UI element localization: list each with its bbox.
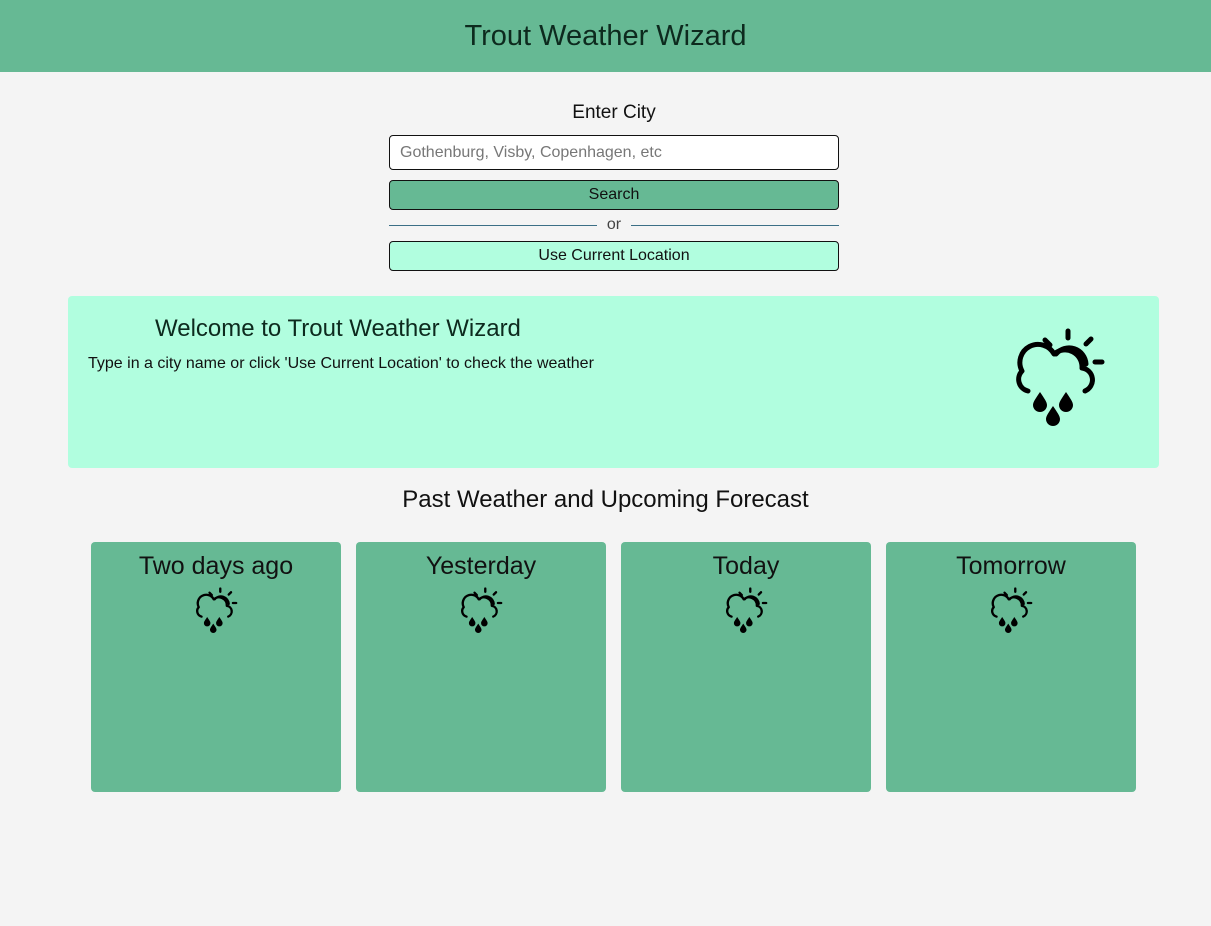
use-current-location-button[interactable]: Use Current Location [389,241,839,271]
divider-line-right [631,224,840,226]
card-title: Tomorrow [956,552,1066,580]
forecast-card-two-days-ago: Two days ago [91,542,341,792]
search-panel: Enter City Search or Use Current Locatio… [389,100,840,271]
divider-text: or [606,216,622,233]
forecast-card-today: Today [621,542,871,792]
partly-cloudy-rain-icon [725,587,769,634]
forecast-section-title: Past Weather and Upcoming Forecast [402,486,809,513]
forecast-card-yesterday: Yesterday [356,542,606,792]
forecast-card-tomorrow: Tomorrow [886,542,1136,792]
card-title: Two days ago [138,552,294,580]
card-title: Yesterday [425,552,537,580]
welcome-message: Type in a city name or click 'Use Curren… [88,355,594,372]
welcome-title: Welcome to Trout Weather Wizard [155,315,521,342]
search-button[interactable]: Search [389,180,839,210]
city-label: Enter City [572,102,656,123]
card-title: Today [712,552,780,580]
or-divider: or [389,216,840,234]
app-header: Trout Weather Wizard [0,0,1211,72]
partly-cloudy-rain-icon [460,587,504,634]
city-search-input[interactable] [389,135,839,170]
partly-cloudy-rain-icon [990,587,1034,634]
app-title: Trout Weather Wizard [464,19,747,52]
partly-cloudy-rain-icon [195,587,239,634]
welcome-panel: Welcome to Trout Weather Wizard Type in … [68,296,1159,468]
forecast-cards: Two days ago Yesterday Today Tomorrow [91,542,1136,792]
partly-cloudy-rain-icon [1014,328,1108,428]
divider-line-left [389,224,597,226]
